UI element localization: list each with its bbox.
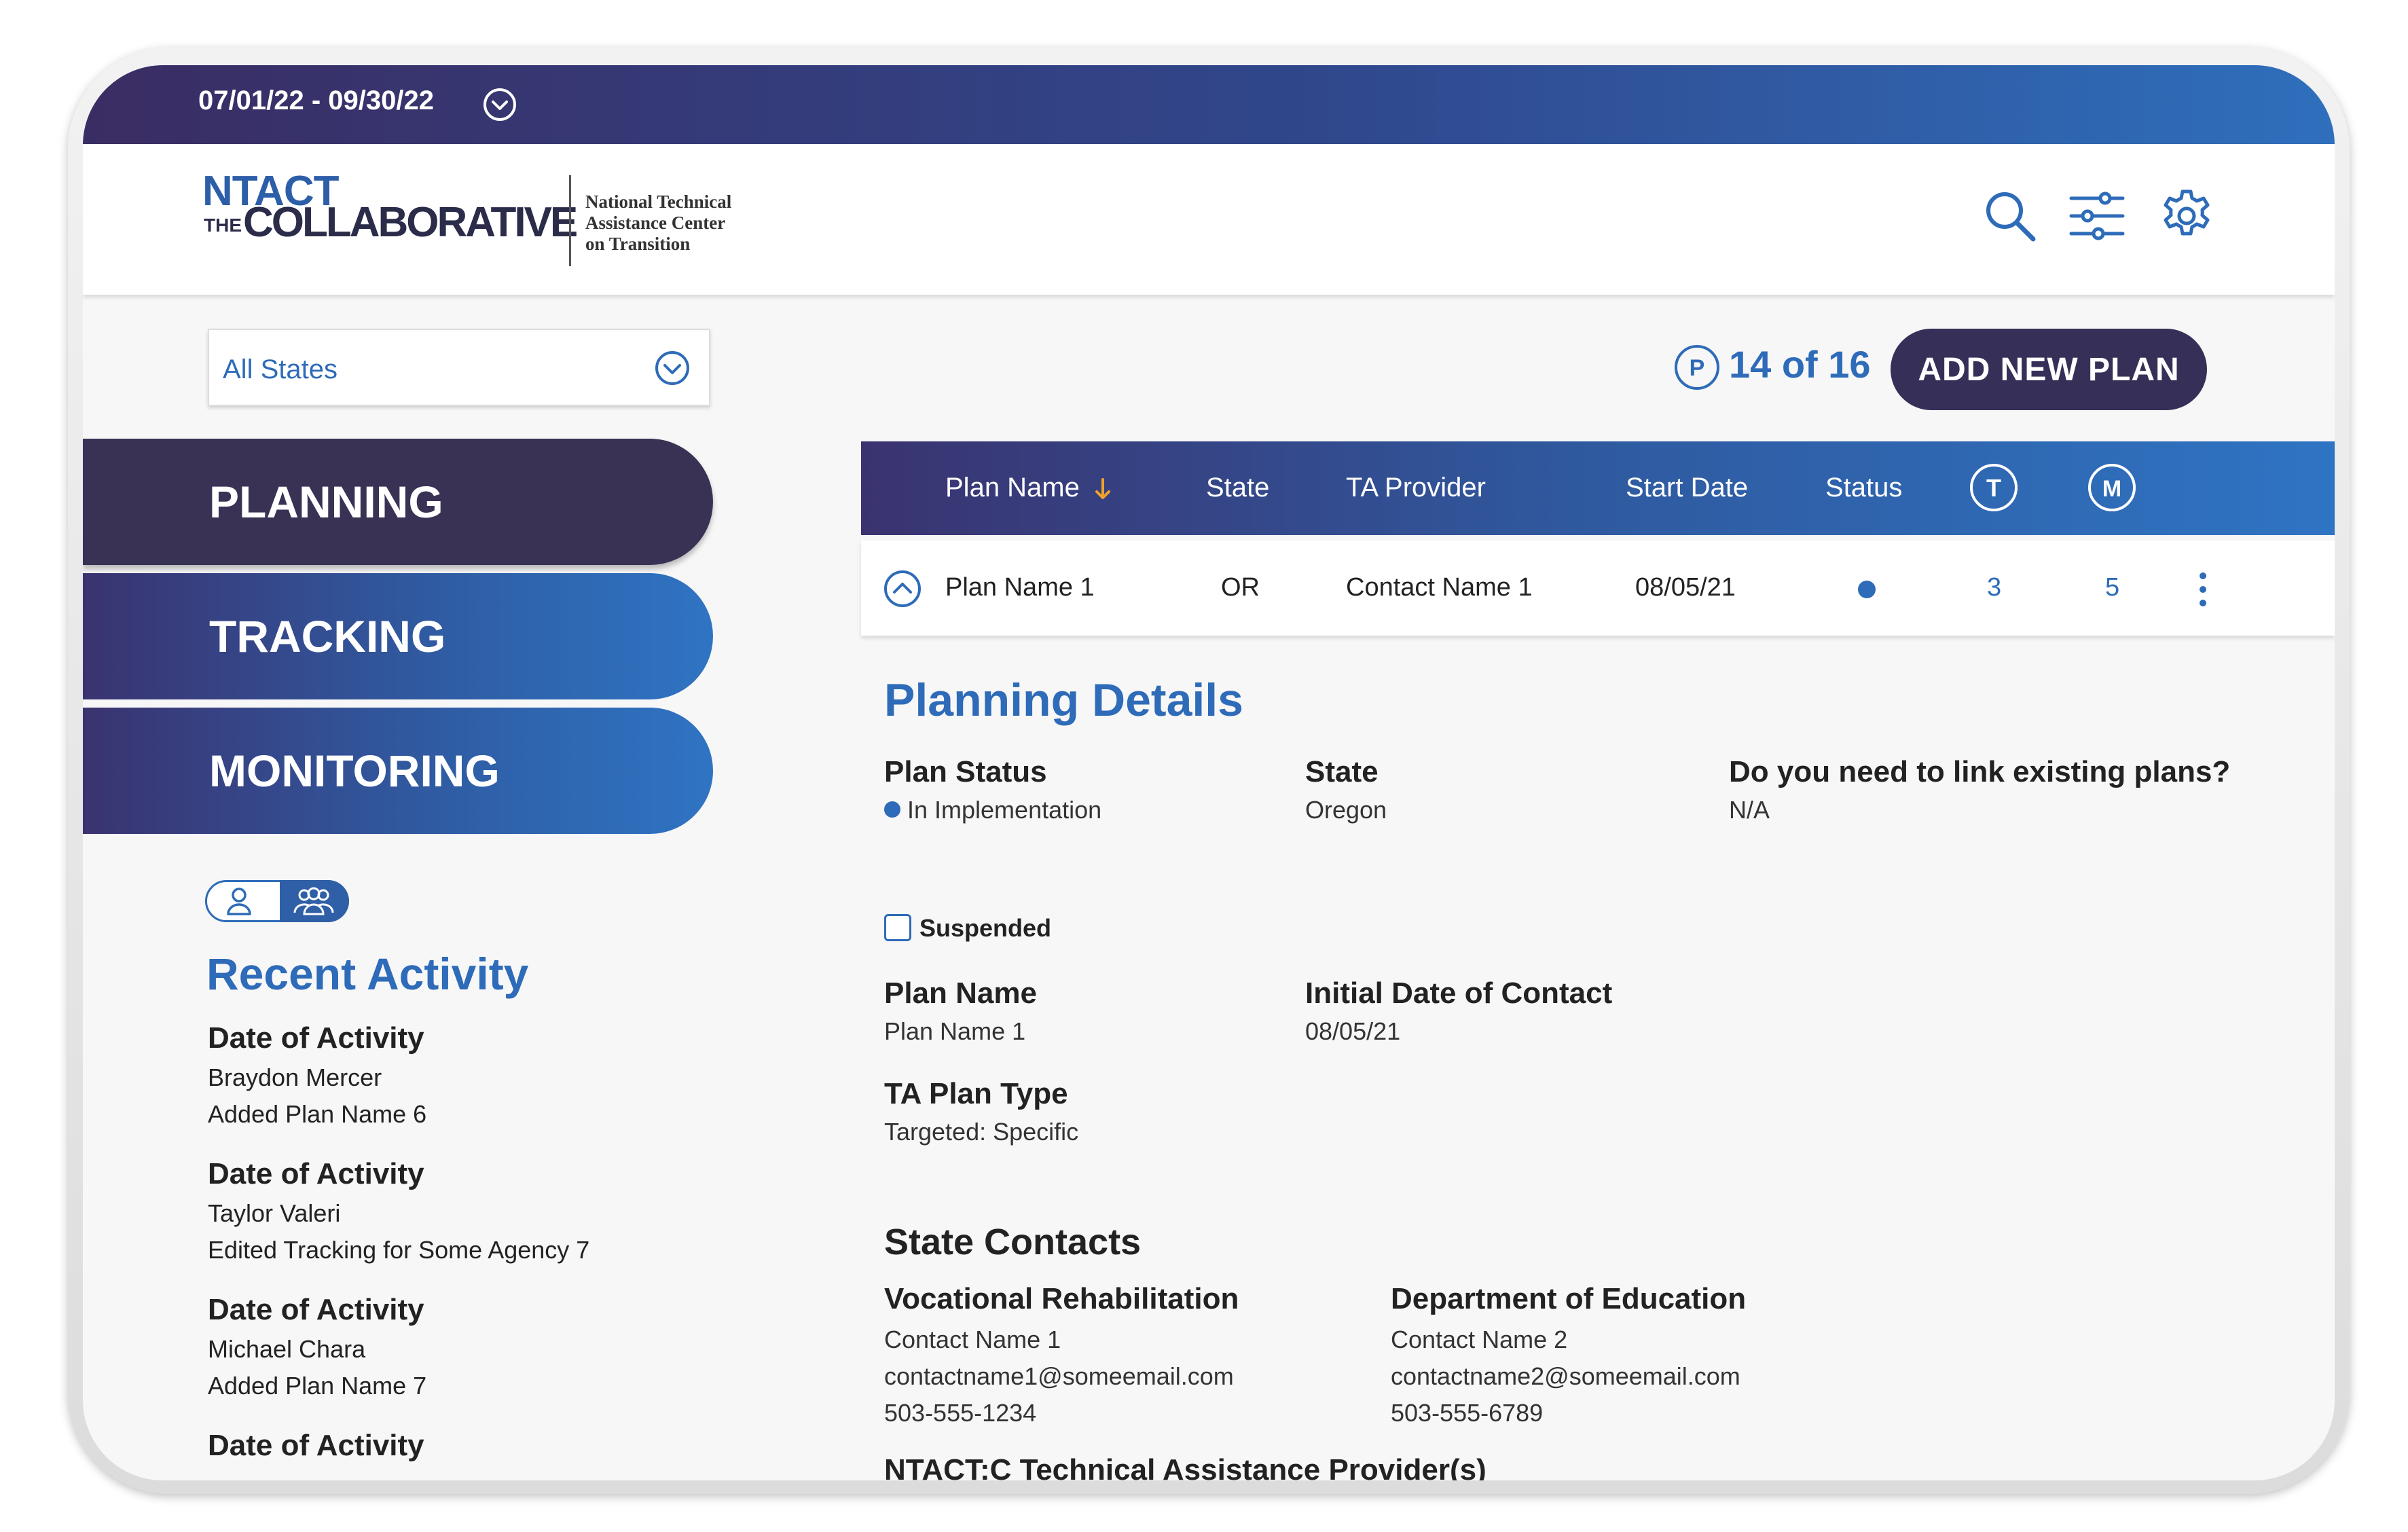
status-dot-icon	[884, 801, 900, 818]
doe-contact-name: Contact Name 2	[1391, 1326, 1568, 1353]
state-contacts-title: State Contacts	[884, 1222, 1142, 1262]
logo-subtitle-line: Assistance Center	[585, 213, 726, 233]
suspended-label: Suspended	[919, 914, 1052, 942]
cell-plan-name[interactable]: Plan Name 1	[945, 573, 1095, 602]
link-plans-label: Do you need to link existing plans?	[1729, 755, 2231, 788]
cell-start-date: 08/05/21	[1635, 573, 1736, 602]
state-value: Oregon	[1305, 796, 1387, 824]
nav-monitoring[interactable]: MONITORING	[83, 708, 713, 834]
nav-tracking-label: TRACKING	[209, 611, 446, 661]
sort-down-arrow-icon[interactable]	[1094, 477, 1112, 501]
cell-m-count[interactable]: 5	[2105, 573, 2119, 602]
date-range-label[interactable]: 07/01/22 - 09/30/22	[198, 86, 434, 116]
plan-status-label: Plan Status	[884, 755, 1047, 788]
activity-user: Taylor Valeri	[208, 1199, 341, 1227]
activity-date-heading: Date of Activity	[208, 1157, 424, 1190]
logo-subtitle-line: National Technical	[585, 192, 732, 212]
logo-the-text: THE	[204, 215, 242, 236]
column-header-ta-provider[interactable]: TA Provider	[1346, 473, 1486, 503]
logo-subtitle-line: on Transition	[585, 234, 691, 254]
search-icon[interactable]	[1982, 187, 2039, 244]
activity-action[interactable]: Added Plan Name 7	[208, 1372, 426, 1400]
vr-contact-email[interactable]: contactname1@someemail.com	[884, 1362, 1234, 1391]
column-header-state[interactable]: State	[1206, 473, 1269, 503]
vr-contact-phone: 503-555-1234	[884, 1399, 1037, 1427]
column-header-status[interactable]: Status	[1825, 473, 1902, 503]
initial-contact-label: Initial Date of Contact	[1305, 977, 1613, 1010]
add-new-plan-button[interactable]: ADD NEW PLAN	[1891, 329, 2207, 410]
more-options-icon[interactable]	[2196, 570, 2210, 608]
column-header-t-label: T	[1986, 474, 2001, 502]
ta-providers-heading: NTACT:C Technical Assistance Provider(s)	[884, 1453, 1486, 1480]
logo-collaborative-text: COLLABORATIVE	[243, 199, 578, 246]
activity-date-heading: Date of Activity	[208, 1429, 424, 1462]
activity-action[interactable]: Added Plan Name 6	[208, 1100, 426, 1129]
chevron-down-icon[interactable]	[482, 87, 517, 122]
chevron-up-icon[interactable]	[883, 569, 922, 608]
column-header-plan-name[interactable]: Plan Name	[945, 473, 1112, 503]
cell-ta-provider: Contact Name 1	[1346, 573, 1533, 602]
nav-monitoring-label: MONITORING	[209, 746, 500, 796]
ta-plan-type-label: TA Plan Type	[884, 1077, 1068, 1110]
logo-divider	[569, 175, 571, 266]
link-plans-value: N/A	[1729, 796, 1770, 824]
plan-status-value: In Implementation	[907, 796, 1102, 824]
plan-name-value: Plan Name 1	[884, 1017, 1026, 1045]
plan-badge-icon: P	[1675, 345, 1719, 390]
vr-label: Vocational Rehabilitation	[884, 1282, 1239, 1315]
nav-planning[interactable]: PLANNING	[83, 439, 713, 565]
doe-label: Department of Education	[1391, 1282, 1747, 1315]
state-label: State	[1305, 755, 1379, 788]
status-dot-icon	[1858, 581, 1876, 598]
chevron-down-icon[interactable]	[653, 349, 691, 387]
plan-name-label: Plan Name	[884, 977, 1037, 1010]
initial-contact-value: 08/05/21	[1305, 1017, 1401, 1045]
nav-tracking[interactable]: TRACKING	[83, 573, 713, 699]
activity-date-heading: Date of Activity	[208, 1293, 424, 1326]
column-header-t[interactable]: T	[1968, 462, 2020, 513]
column-header-m[interactable]: M	[2086, 462, 2138, 513]
suspended-checkbox[interactable]	[884, 914, 911, 941]
activity-date-heading: Date of Activity	[208, 1021, 424, 1055]
column-header-m-label: M	[2102, 476, 2121, 502]
plan-badge-letter: P	[1690, 355, 1705, 381]
states-dropdown-value[interactable]: All States	[223, 354, 338, 385]
filter-sliders-icon[interactable]	[2068, 187, 2126, 244]
gear-icon[interactable]	[2158, 187, 2215, 244]
logo-subtitle: National Technical Assistance Center on …	[585, 192, 731, 255]
ta-plan-type-value: Targeted: Specific	[884, 1118, 1079, 1146]
cell-t-count[interactable]: 3	[1987, 573, 2001, 602]
activity-user: Braydon Mercer	[208, 1063, 382, 1091]
recent-activity-title: Recent Activity	[206, 949, 529, 999]
activity-user: Michael Chara	[208, 1335, 366, 1363]
group-users-icon[interactable]	[291, 886, 337, 917]
single-user-icon[interactable]	[223, 886, 255, 917]
planning-details-title: Planning Details	[884, 674, 1243, 726]
vr-contact-name: Contact Name 1	[884, 1326, 1061, 1353]
plan-count: 14 of 16	[1729, 343, 1871, 386]
doe-contact-email[interactable]: contactname2@someemail.com	[1391, 1362, 1740, 1391]
cell-state: OR	[1221, 573, 1260, 602]
app-screen: 07/01/22 - 09/30/22 NTACT THE COLLABORAT…	[83, 65, 2335, 1480]
column-header-plan-name-label: Plan Name	[945, 473, 1080, 503]
doe-contact-phone: 503-555-6789	[1391, 1399, 1544, 1427]
column-header-start-date[interactable]: Start Date	[1626, 473, 1748, 503]
nav-planning-label: PLANNING	[209, 477, 443, 527]
activity-action[interactable]: Edited Tracking for Some Agency 7	[208, 1236, 589, 1264]
